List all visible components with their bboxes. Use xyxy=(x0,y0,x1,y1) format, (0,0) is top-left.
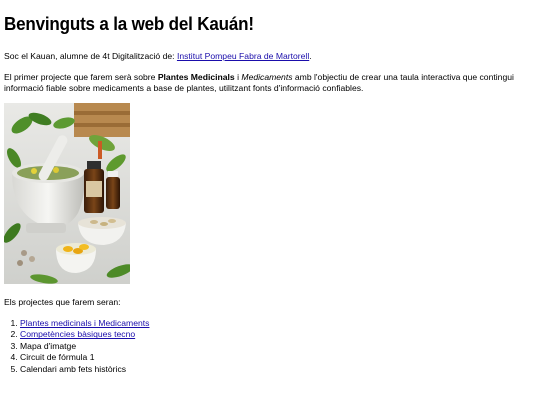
intro-text: Soc el Kauan, alumne de 4t Digitalitzaci… xyxy=(4,51,177,61)
description-bold-term: Plantes Medicinals xyxy=(157,72,235,82)
description-text-1: El primer projecte que farem serà sobre xyxy=(4,72,158,82)
project-item: Circuit de fórmula 1 xyxy=(20,352,149,363)
school-link[interactable]: Institut Pompeu Fabra de Martorell xyxy=(177,51,309,61)
project-item: Plantes medicinals i Medicaments xyxy=(20,318,149,329)
project-item: Competències bàsiques tecno xyxy=(20,329,149,340)
project-link-medicinal-plants[interactable]: Plantes medicinals i Medicaments xyxy=(20,318,149,328)
project-item: Mapa d'imatge xyxy=(20,341,149,352)
projects-list: Plantes medicinals i Medicaments Competè… xyxy=(4,318,149,375)
description-italic-term: Medicaments xyxy=(241,72,293,82)
page: Benvinguts a la web del Kauán! Soc el Ka… xyxy=(0,0,540,405)
intro-paragraph: Soc el Kauan, alumne de 4t Digitalitzaci… xyxy=(4,51,312,62)
medicinal-plants-image xyxy=(4,103,130,284)
project-link-tech-skills[interactable]: Competències bàsiques tecno xyxy=(20,329,135,339)
project-item: Calendari amb fets històrics xyxy=(20,364,149,375)
projects-heading: Els projectes que farem seran: xyxy=(4,297,121,307)
intro-period: . xyxy=(309,51,312,61)
page-title: Benvinguts a la web del Kauán! xyxy=(4,13,254,34)
description-paragraph: El primer projecte que farem serà sobre … xyxy=(4,72,534,94)
